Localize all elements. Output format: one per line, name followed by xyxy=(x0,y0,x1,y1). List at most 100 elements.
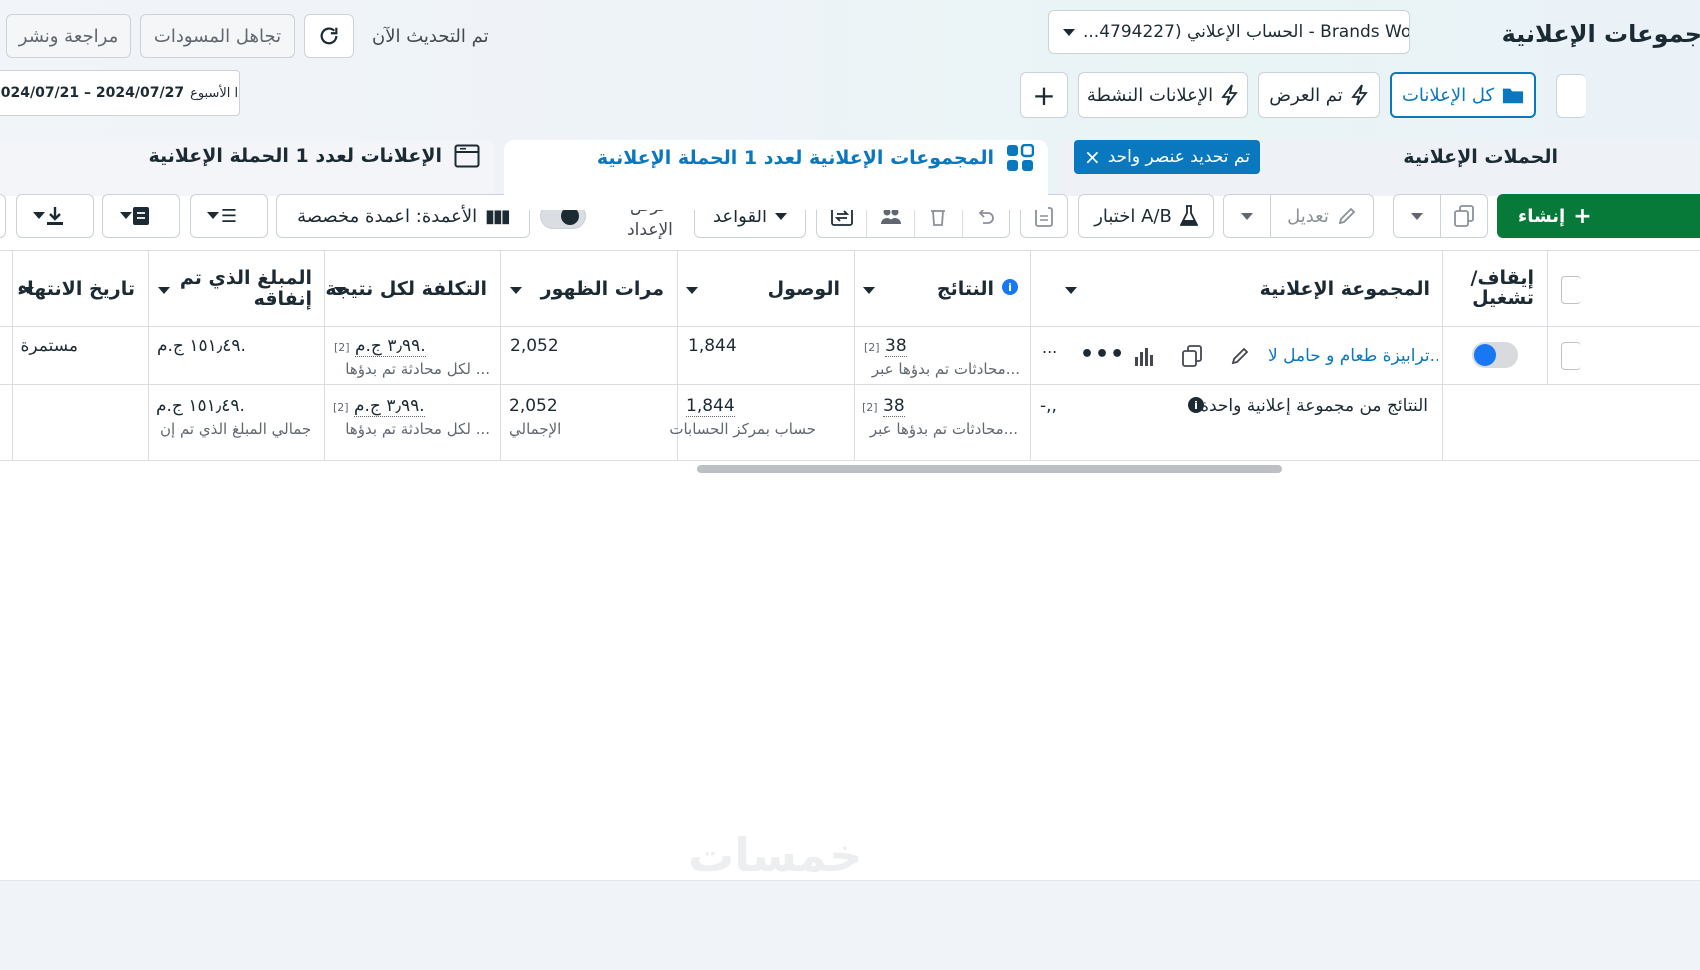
col-header-adset[interactable]: المجموعة الإعلانية xyxy=(1260,278,1430,300)
chart-icon[interactable] xyxy=(1134,347,1154,367)
sort-caret-icon[interactable] xyxy=(158,287,170,294)
summary-dots: -,, xyxy=(1040,396,1057,416)
chevron-down-icon xyxy=(207,212,219,219)
tab-adsets[interactable]: المجموعات الإعلانية لعدد 1 الحملة الإعلا… xyxy=(504,140,1048,210)
create-button[interactable]: إنشاء + xyxy=(1497,194,1700,238)
sort-caret-icon[interactable] xyxy=(334,287,346,294)
selected-chip[interactable]: × تم تحديد عنصر واحد xyxy=(1074,140,1260,174)
bottom-bar xyxy=(0,880,1700,970)
reach-value: 1,844 xyxy=(688,336,737,356)
columns-label: الأعمدة: اعمدة مخصصة xyxy=(297,205,478,227)
reports-button[interactable] xyxy=(102,194,180,238)
chip-close-icon[interactable]: × xyxy=(1084,145,1101,169)
col-header-impressions[interactable]: مرات الظهور xyxy=(541,278,664,300)
discard-drafts-button[interactable]: تجاهل المسودات xyxy=(140,14,295,58)
tab-ads-label: الإعلانات لعدد 1 الحملة الإعلانية xyxy=(148,145,442,167)
duplicate-dropdown[interactable] xyxy=(1393,194,1441,238)
summary-spent: ١٥١٫٤٩ ج.م. xyxy=(156,396,245,416)
summary-reach: 1,844 xyxy=(686,396,735,417)
cost-sub: لكل محادثة تم بدؤها ... xyxy=(345,360,490,378)
breakdown-button[interactable]: ☰ xyxy=(190,194,268,238)
table-top-border xyxy=(0,250,1700,251)
plus-icon: + xyxy=(1032,78,1056,112)
filter-edge-button[interactable] xyxy=(1556,74,1586,118)
account-selector-label: Brands World - الحساب الإعلاني (4794227.… xyxy=(1083,22,1410,42)
all-ads-label: كل الإعلانات xyxy=(1401,84,1495,106)
chevron-down-icon xyxy=(1063,28,1075,36)
discard-drafts-label: تجاهل المسودات xyxy=(153,25,282,47)
adset-name-link[interactable]: ترابيزة طعام و حامل لا... xyxy=(1268,346,1438,366)
tab-campaigns-label: الحملات الإعلانية xyxy=(1403,146,1558,168)
summary-cost: [2] ٣٫٩٩ ج.م. xyxy=(333,396,425,417)
review-publish-button[interactable]: مراجعة ونشر xyxy=(6,14,131,58)
sort-caret-icon[interactable] xyxy=(22,287,34,294)
columns-button[interactable]: الأعمدة: اعمدة مخصصة ▮▮▮ xyxy=(276,194,530,238)
grid-icon xyxy=(1007,144,1034,171)
table-header-divider xyxy=(0,326,1700,327)
sort-caret-icon[interactable] xyxy=(1065,287,1077,294)
pencil-icon xyxy=(1338,207,1356,225)
cost-value: [2] ٣٫٩٩ ج.م. xyxy=(334,336,426,357)
more-options-icon[interactable]: ••• xyxy=(1080,342,1125,367)
toolbar-edge[interactable] xyxy=(0,194,6,238)
summary-spent-sub: إجمالي المبلغ الذي تم إن... xyxy=(160,420,310,438)
create-label: إنشاء xyxy=(1518,205,1566,227)
table-summary-divider xyxy=(0,460,1700,461)
page-title: جموعات الإعلانية xyxy=(1501,20,1700,48)
edit-label: تعديل xyxy=(1287,205,1329,227)
summary-results-sub: محادثات تم بدؤها عبر... xyxy=(869,420,1018,438)
col-header-cost[interactable]: التكلفة لكل نتيجة xyxy=(325,278,487,300)
export-button[interactable] xyxy=(16,194,94,238)
sort-caret-icon[interactable] xyxy=(510,287,522,294)
ab-test-button[interactable]: اختبار A/B xyxy=(1078,194,1214,238)
edit-dropdown[interactable] xyxy=(1223,194,1271,238)
date-range-value: 2024/07/21 – 2024/07/27 xyxy=(0,85,185,101)
plus-icon: + xyxy=(1573,203,1592,229)
pencil-icon[interactable] xyxy=(1230,346,1250,366)
chevron-down-icon xyxy=(775,212,788,220)
account-selector[interactable]: Brands World - الحساب الإعلاني (4794227.… xyxy=(1048,10,1410,54)
row-overflow-icon[interactable]: ... xyxy=(1042,338,1057,357)
ad-frame-icon xyxy=(454,144,480,168)
summary-impressions: 2,052 xyxy=(509,396,558,416)
add-filter-button[interactable]: + xyxy=(1020,72,1068,118)
row-checkbox[interactable] xyxy=(1561,342,1581,370)
summary-results: [2] 38 xyxy=(862,396,905,417)
col-divider xyxy=(854,250,855,460)
date-range-label: هذا الأسبوع: xyxy=(190,85,239,101)
sort-caret-icon[interactable] xyxy=(863,287,875,294)
chevron-down-icon xyxy=(33,212,45,219)
active-ads-button[interactable]: الإعلانات النشطة xyxy=(1078,72,1248,118)
adset-toggle[interactable] xyxy=(1472,342,1518,368)
col-header-results[interactable]: النتائج xyxy=(937,278,994,300)
delivered-filter-button[interactable]: تم العرض xyxy=(1258,72,1380,118)
col-divider xyxy=(500,250,501,460)
col-header-reach[interactable]: الوصول xyxy=(768,278,840,300)
col-divider xyxy=(148,250,149,460)
summary-cost-sub: لكل محادثة تم بدؤها ... xyxy=(345,420,490,438)
col-header-spent[interactable]: المبلغ الذي تم إنفاقه xyxy=(176,268,312,310)
col-divider xyxy=(12,250,13,460)
refresh-button[interactable] xyxy=(304,14,354,58)
chevron-down-icon xyxy=(120,212,132,219)
duplicate-button[interactable] xyxy=(1440,194,1488,238)
info-icon[interactable]: i xyxy=(1002,279,1018,295)
all-ads-button[interactable]: كل الإعلانات xyxy=(1390,72,1536,118)
col-divider xyxy=(1547,250,1548,384)
report-icon xyxy=(133,207,149,225)
date-range-picker[interactable]: 2024/07/21 – 2024/07/27 هذا الأسبوع: xyxy=(0,70,240,116)
horizontal-scrollbar[interactable] xyxy=(697,465,1282,473)
sort-caret-icon[interactable] xyxy=(686,287,698,294)
duplicate-icon[interactable] xyxy=(1182,345,1202,367)
spent-value: ١٥١٫٤٩ ج.م. xyxy=(157,336,246,356)
lightning-icon xyxy=(1350,84,1368,106)
select-all-checkbox[interactable] xyxy=(1561,276,1581,304)
impressions-value: 2,052 xyxy=(510,336,559,356)
col-header-toggle[interactable]: إيقاف/ تشغيل xyxy=(1462,268,1534,308)
edit-button[interactable]: تعديل xyxy=(1270,194,1374,238)
download-icon xyxy=(47,207,63,225)
tab-ads[interactable]: الإعلانات لعدد 1 الحملة الإعلانية xyxy=(0,140,494,196)
col-header-end[interactable]: تاريخ الانتهاء xyxy=(17,278,135,300)
results-sub: محادثات تم بدؤها عبر... xyxy=(871,360,1020,378)
info-icon[interactable]: i xyxy=(1188,397,1204,413)
